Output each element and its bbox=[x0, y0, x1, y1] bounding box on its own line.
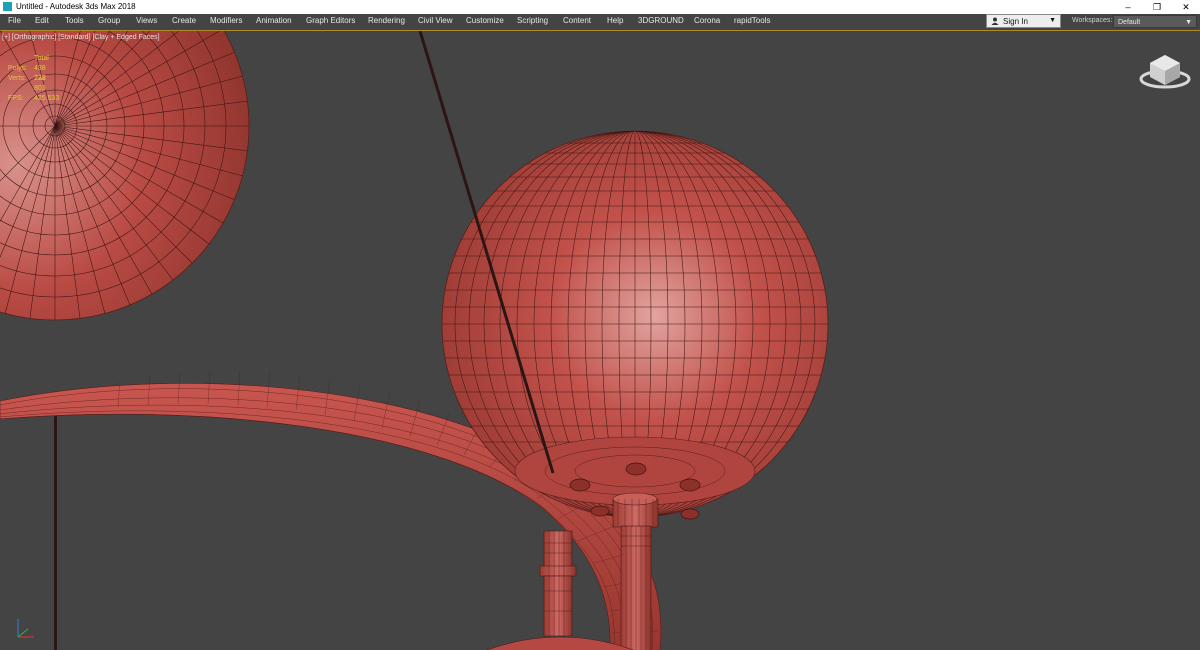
close-button[interactable]: ✕ bbox=[1171, 0, 1200, 14]
menu-group[interactable]: Group bbox=[98, 16, 120, 25]
minimize-button[interactable]: – bbox=[1113, 0, 1143, 14]
menu-rendering[interactable]: Rendering bbox=[368, 16, 405, 25]
sign-in-label: Sign In bbox=[1003, 17, 1028, 26]
menu-help[interactable]: Help bbox=[607, 16, 623, 25]
menu-content[interactable]: Content bbox=[563, 16, 591, 25]
menu-modifiers[interactable]: Modifiers bbox=[210, 16, 242, 25]
restore-button[interactable]: ❐ bbox=[1142, 0, 1172, 14]
menu-civil-view[interactable]: Civil View bbox=[418, 16, 453, 25]
viewport[interactable]: [+] [Orthographic] [Standard] [Clay + Ed… bbox=[0, 30, 1200, 650]
workspaces-select[interactable]: Default ▼ bbox=[1113, 15, 1197, 28]
app-icon bbox=[3, 2, 12, 11]
scene-render bbox=[0, 31, 829, 650]
menu-graph-editors[interactable]: Graph Editors bbox=[306, 16, 355, 25]
menu-animation[interactable]: Animation bbox=[256, 16, 292, 25]
menu-edit[interactable]: Edit bbox=[35, 16, 49, 25]
rod-left bbox=[54, 401, 57, 650]
menu-rapidtools[interactable]: rapidTools bbox=[734, 16, 770, 25]
chevron-down-icon: ▼ bbox=[1049, 17, 1056, 24]
sphere-right bbox=[441, 130, 829, 520]
window-title: Untitled - Autodesk 3ds Max 2018 bbox=[16, 2, 136, 11]
menu-customize[interactable]: Customize bbox=[466, 16, 504, 25]
workspaces-value: Default bbox=[1118, 19, 1141, 26]
sign-in-dropdown[interactable]: Sign In ▼ bbox=[986, 14, 1061, 28]
viewcube-icon[interactable] bbox=[1138, 49, 1192, 91]
menu-3dground[interactable]: 3DGROUND bbox=[638, 16, 684, 25]
menu-corona[interactable]: Corona bbox=[694, 16, 720, 25]
workspaces-label: Workspaces: bbox=[1072, 17, 1113, 24]
chevron-down-icon: ▼ bbox=[1185, 19, 1192, 26]
axis-tripod-icon bbox=[17, 619, 34, 638]
menu-tools[interactable]: Tools bbox=[65, 16, 84, 25]
menu-create[interactable]: Create bbox=[172, 16, 196, 25]
menu-views[interactable]: Views bbox=[136, 16, 157, 25]
viewport-label[interactable]: [+] [Orthographic] [Standard] [Clay + Ed… bbox=[2, 34, 160, 41]
user-icon bbox=[991, 17, 999, 25]
menu-file[interactable]: File bbox=[8, 16, 21, 25]
menu-scripting[interactable]: Scripting bbox=[517, 16, 548, 25]
title-bar: Untitled - Autodesk 3ds Max 2018 – ❐ ✕ bbox=[0, 0, 1200, 14]
